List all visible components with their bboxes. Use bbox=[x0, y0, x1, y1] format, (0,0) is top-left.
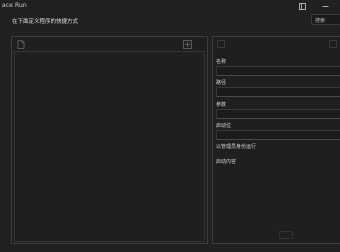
list-toolbar bbox=[12, 37, 207, 50]
search-button[interactable]: 搜索 bbox=[311, 14, 340, 25]
shortcut-list-panel bbox=[11, 36, 208, 244]
instruction-text: 在下面定义程序的快捷方式 bbox=[12, 19, 79, 25]
name-label: 名称 bbox=[216, 59, 227, 65]
path-label: 路径 bbox=[216, 80, 227, 86]
details-icon bbox=[216, 39, 226, 49]
search-label: 搜索 bbox=[315, 18, 326, 24]
name-field[interactable] bbox=[216, 66, 340, 76]
startup-label: 启动位 bbox=[216, 123, 232, 129]
run-as-admin-label[interactable]: 以管理员身份运行 bbox=[216, 143, 256, 150]
details-option-icon bbox=[328, 39, 338, 49]
args-label: 参数 bbox=[216, 102, 227, 108]
startup-content-label: 启动内容 bbox=[216, 159, 237, 165]
details-toolbar bbox=[213, 37, 340, 50]
shortcut-list[interactable] bbox=[14, 51, 205, 242]
add-icon[interactable] bbox=[182, 39, 192, 49]
shortcut-details-panel: 名称 路径 参数 启动位 以管理员身份运行 启动内容 bbox=[212, 36, 340, 244]
title-bar: ace Run bbox=[0, 0, 340, 13]
startup-field[interactable] bbox=[216, 130, 340, 140]
args-field[interactable] bbox=[216, 109, 340, 119]
file-icon[interactable] bbox=[16, 39, 26, 49]
layout-icon[interactable] bbox=[295, 1, 309, 12]
path-field[interactable] bbox=[216, 87, 340, 97]
save-button[interactable] bbox=[279, 231, 293, 239]
minimize-icon[interactable] bbox=[318, 1, 332, 12]
app-title: ace Run bbox=[2, 2, 27, 9]
